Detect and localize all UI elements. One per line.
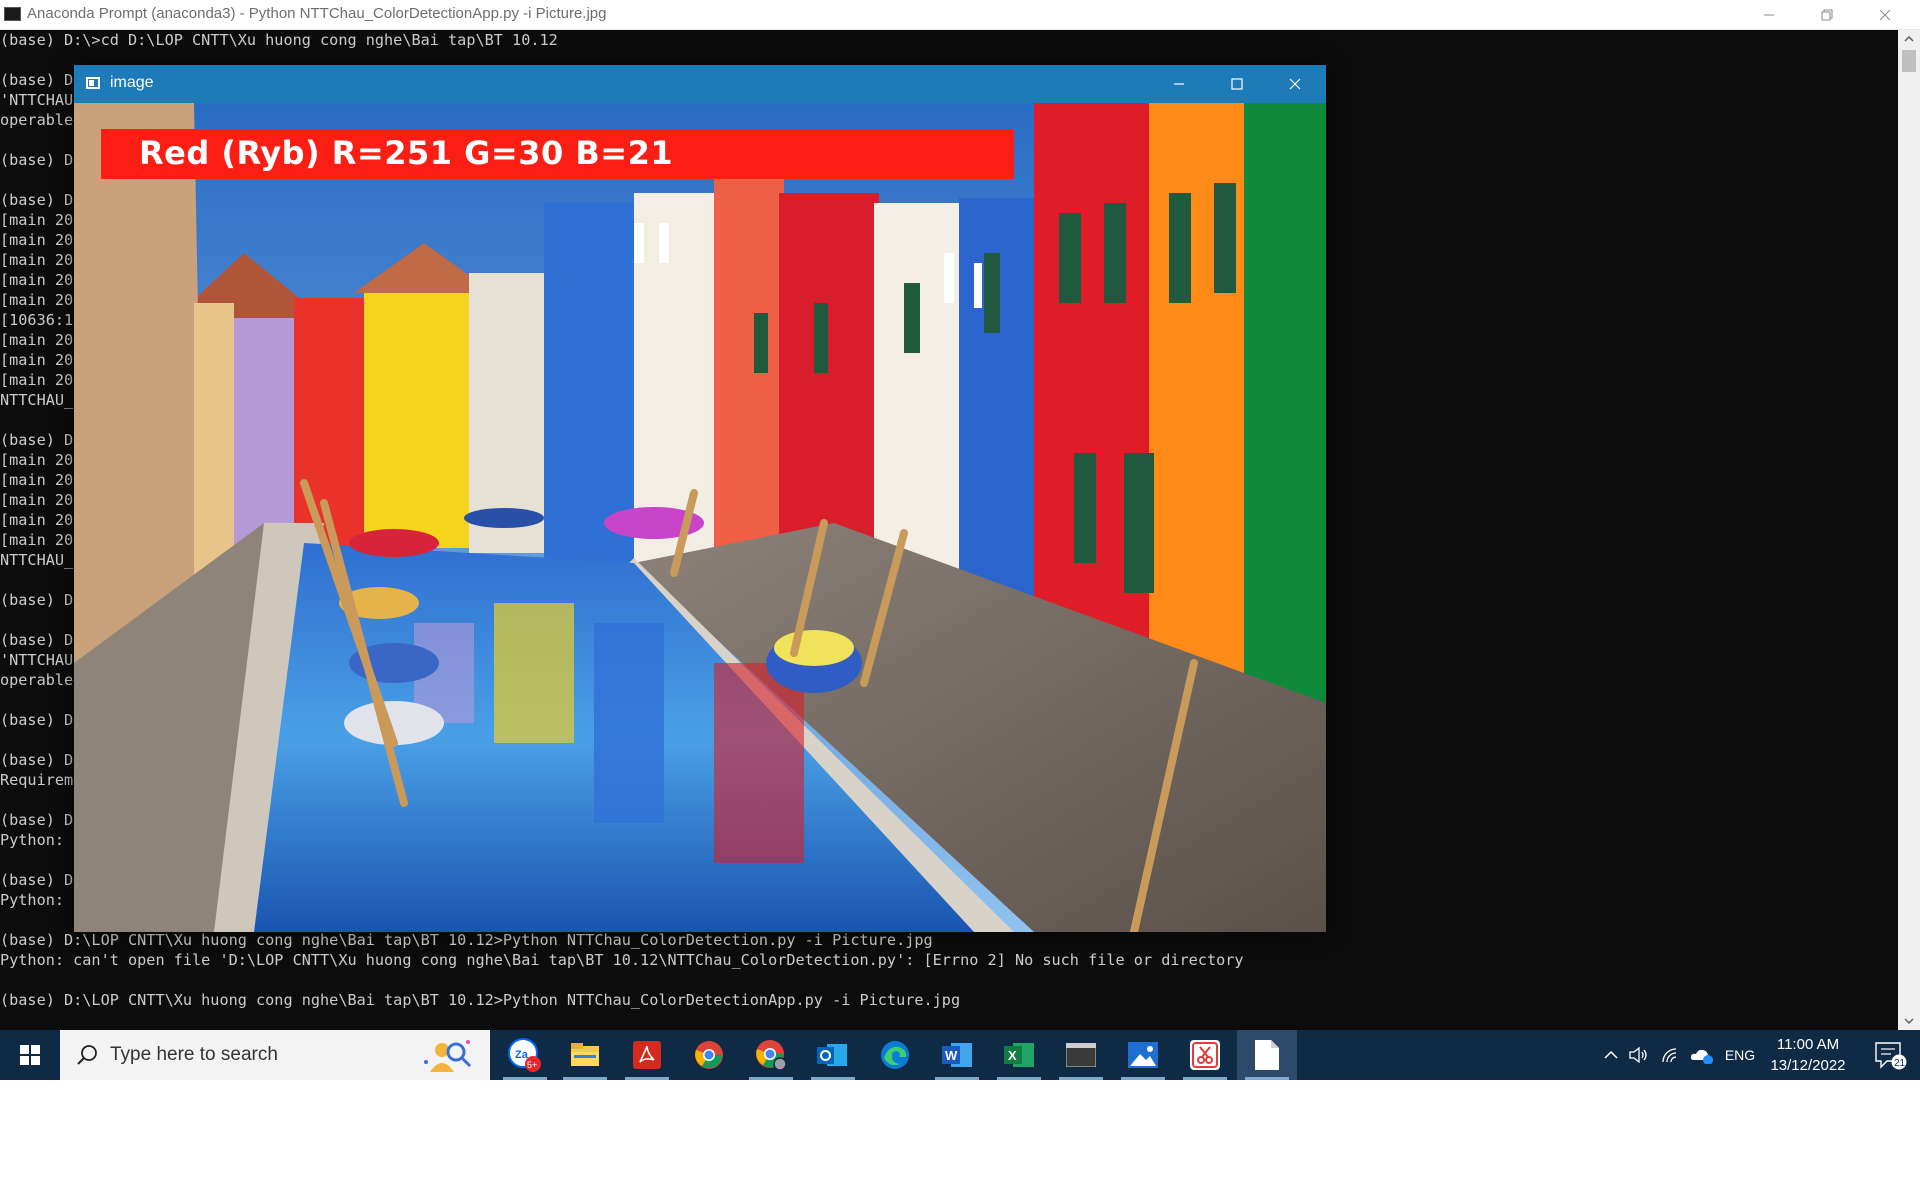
taskbar-app-terminal[interactable] (1051, 1030, 1111, 1080)
taskbar-app-photos[interactable] (1113, 1030, 1173, 1080)
search-highlight-icon[interactable] (420, 1036, 472, 1074)
search-icon (77, 1045, 97, 1065)
network-button[interactable] (1658, 1030, 1684, 1080)
taskbar-app-adobe-acrobat[interactable] (617, 1030, 677, 1080)
chevron-up-icon (1604, 1051, 1618, 1059)
maximize-icon (1231, 78, 1243, 90)
taskbar-app-edge[interactable] (865, 1030, 925, 1080)
snipping-tool-icon (1190, 1040, 1220, 1070)
console-app-icon (4, 7, 21, 21)
cloud-sync-icon (1690, 1049, 1713, 1064)
taskbar-search-box[interactable]: Type here to search (60, 1030, 490, 1080)
start-button[interactable] (0, 1030, 60, 1080)
canal-photo[interactable]: Red (Ryb) R=251 G=30 B=21 (74, 103, 1326, 932)
console-title: Anaconda Prompt (anaconda3) - Python NTT… (27, 5, 607, 22)
edge-icon (881, 1041, 909, 1069)
taskbar-app-excel[interactable]: X (989, 1030, 1049, 1080)
scroll-thumb[interactable] (1902, 50, 1916, 72)
console-line: (base) D:\LOP CNTT\Xu huong cong nghe\Ba… (0, 991, 961, 1009)
console-scrollbar[interactable] (1898, 30, 1920, 1030)
clock[interactable]: 11:00 AM 13/12/2022 (1760, 1034, 1856, 1076)
speaker-icon (1629, 1047, 1647, 1063)
svg-text:21: 21 (1894, 1058, 1906, 1069)
notifications-button[interactable]: 21 (1862, 1030, 1918, 1080)
detected-color-label: Red (Ryb) R=251 G=30 B=21 (101, 129, 1014, 179)
svg-text:W: W (945, 1048, 958, 1063)
folder-icon (571, 1043, 599, 1066)
language-indicator[interactable]: ENG (1720, 1030, 1760, 1080)
chrome-profile-icon (756, 1040, 787, 1071)
minimize-button[interactable] (1740, 0, 1798, 29)
close-icon (1289, 78, 1301, 90)
onedrive-button[interactable] (1688, 1030, 1716, 1080)
close-icon (1879, 9, 1891, 20)
image-maximize-button[interactable] (1208, 65, 1266, 103)
terminal-icon (1066, 1043, 1096, 1067)
excel-icon: X (1004, 1043, 1034, 1067)
restore-button[interactable] (1798, 0, 1856, 29)
minimize-icon (1764, 14, 1774, 15)
scroll-up-arrow[interactable] (1898, 30, 1920, 48)
taskbar: Type here to search Za 5+ W X ENG 11:00 … (0, 1030, 1920, 1080)
console-line: (base) D:\LOP CNTT\Xu huong cong nghe\Ba… (0, 931, 933, 949)
outlook-icon (817, 1044, 847, 1066)
console-titlebar[interactable]: Anaconda Prompt (anaconda3) - Python NTT… (0, 0, 1920, 30)
document-icon (1255, 1040, 1279, 1070)
clock-date: 13/12/2022 (1770, 1057, 1846, 1074)
acrobat-icon (633, 1041, 661, 1069)
zalo-icon: Za 5+ (508, 1038, 541, 1072)
windows-logo-icon (20, 1045, 40, 1065)
svg-text:X: X (1008, 1048, 1017, 1063)
close-button[interactable] (1856, 0, 1914, 29)
taskbar-app-snipping-tool[interactable] (1175, 1030, 1235, 1080)
canal-photo-drawing (74, 103, 1326, 932)
window-icon (86, 77, 100, 89)
detected-color-text: Red (Ryb) R=251 G=30 B=21 (139, 134, 674, 172)
photos-icon (1128, 1042, 1158, 1068)
console-line: Python: can't open file 'D:\LOP CNTT\Xu … (0, 951, 1244, 969)
image-window-title: image (110, 74, 154, 91)
taskbar-app-zalo[interactable]: Za 5+ (495, 1030, 555, 1080)
taskbar-app-chrome[interactable] (679, 1030, 739, 1080)
wifi-icon (1662, 1048, 1677, 1063)
image-close-button[interactable] (1266, 65, 1324, 103)
restore-icon (1821, 9, 1833, 20)
image-minimize-button[interactable] (1150, 65, 1208, 103)
scroll-down-arrow[interactable] (1898, 1012, 1920, 1030)
taskbar-app-chrome-profile[interactable] (741, 1030, 801, 1080)
chevron-down-icon (1904, 1018, 1914, 1024)
taskbar-app-file-explorer[interactable] (555, 1030, 615, 1080)
svg-text:5+: 5+ (527, 1060, 537, 1070)
clock-time: 11:00 AM (1776, 1036, 1840, 1053)
blank-area (0, 1080, 1920, 1200)
search-placeholder: Type here to search (110, 1044, 278, 1065)
image-window: image Red (Ryb) R=251 G=30 B=21 (74, 65, 1326, 932)
minimize-icon (1174, 83, 1184, 85)
taskbar-app-word[interactable]: W (927, 1030, 987, 1080)
chevron-up-icon (1904, 36, 1914, 42)
taskbar-app-outlook[interactable] (803, 1030, 863, 1080)
image-window-titlebar[interactable]: image (74, 65, 1326, 103)
word-icon: W (942, 1043, 972, 1067)
taskbar-app-notepad[interactable] (1237, 1030, 1297, 1080)
chrome-icon (695, 1041, 723, 1069)
notification-icon: 21 (1875, 1042, 1907, 1070)
console-line: (base) D:\>cd D:\LOP CNTT\Xu huong cong … (0, 31, 558, 49)
volume-button[interactable] (1626, 1030, 1652, 1080)
show-hidden-icons-button[interactable] (1598, 1030, 1624, 1080)
